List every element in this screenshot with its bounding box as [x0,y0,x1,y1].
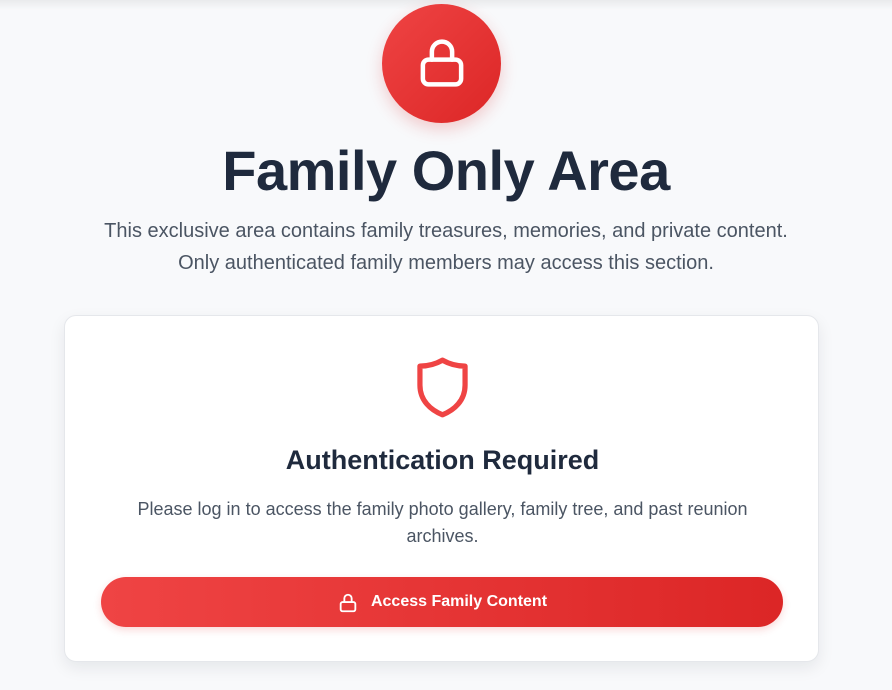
page-description-line-2: Only authenticated family members may ac… [178,252,714,274]
page-title: Family Only Area [222,139,670,202]
lock-icon [420,38,463,87]
page-description-line-1: This exclusive area contains family trea… [104,220,788,242]
card-text-line-1: Please log in to access the family photo… [137,499,748,519]
card-title: Authentication Required [285,445,600,475]
access-button-label: Access Family Content [370,593,548,610]
card-text-line-2: archives. [406,526,479,546]
authentication-card: Authentication Required Please log in to… [64,315,819,662]
shield-icon [417,357,468,418]
access-family-content-button[interactable]: Access Family Content [101,577,783,627]
hero-lock-badge [382,4,501,123]
lock-icon [337,590,359,614]
page: Family Only Area This exclusive area con… [0,0,892,690]
